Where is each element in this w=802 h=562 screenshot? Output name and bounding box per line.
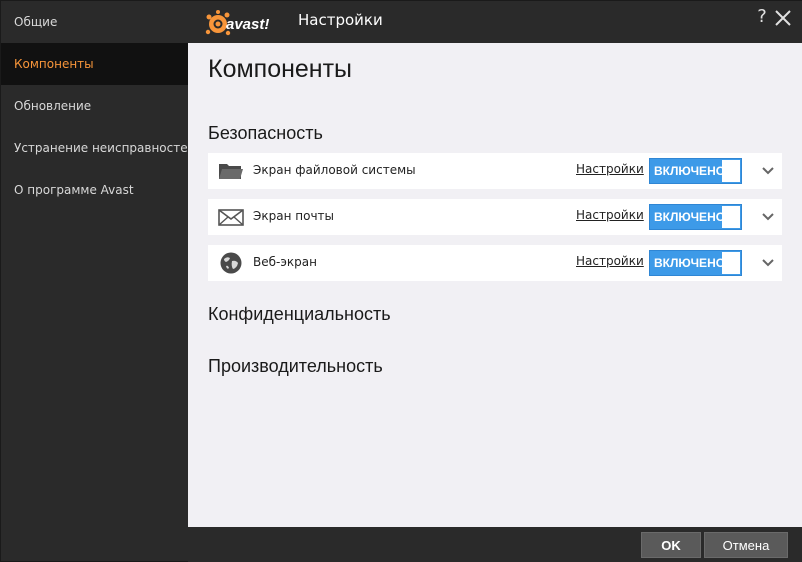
sidebar-item-troubleshooting[interactable]: Устранение неисправностей bbox=[1, 127, 195, 169]
footer-bar: OK Отмена bbox=[188, 527, 802, 562]
component-toggle[interactable]: ВКЛЮЧЕНО bbox=[649, 158, 742, 184]
component-row-file-shield: Экран файловой системы Настройки ВКЛЮЧЕН… bbox=[208, 153, 782, 189]
sidebar-item-components[interactable]: Компоненты bbox=[1, 43, 188, 85]
component-settings-link[interactable]: Настройки bbox=[576, 208, 644, 222]
toggle-knob bbox=[722, 160, 740, 182]
globe-icon bbox=[220, 252, 242, 274]
toggle-knob bbox=[722, 252, 740, 274]
toggle-label: ВКЛЮЧЕНО bbox=[654, 210, 726, 224]
section-heading-performance[interactable]: Производительность bbox=[208, 356, 383, 377]
main-content: Компоненты Безопасность Экран файловой с… bbox=[188, 43, 802, 527]
help-button[interactable]: ? bbox=[754, 5, 770, 29]
mail-icon bbox=[218, 209, 244, 226]
close-icon[interactable] bbox=[772, 7, 794, 29]
component-toggle[interactable]: ВКЛЮЧЕНО bbox=[649, 250, 742, 276]
svg-text:avast!: avast! bbox=[226, 16, 269, 33]
component-toggle[interactable]: ВКЛЮЧЕНО bbox=[649, 204, 742, 230]
settings-window: Общие Компоненты Обновление Устранение н… bbox=[0, 0, 802, 562]
chevron-down-icon[interactable] bbox=[760, 255, 776, 271]
ok-button[interactable]: OK bbox=[641, 532, 701, 558]
component-name: Экран почты bbox=[253, 209, 334, 223]
component-name: Экран файловой системы bbox=[253, 163, 416, 177]
title-bar: avast! Настройки ? bbox=[188, 1, 802, 43]
component-settings-link[interactable]: Настройки bbox=[576, 162, 644, 176]
section-heading-privacy[interactable]: Конфиденциальность bbox=[208, 304, 391, 325]
cancel-button[interactable]: Отмена bbox=[704, 532, 788, 558]
toggle-knob bbox=[722, 206, 740, 228]
component-row-mail-shield: Экран почты Настройки ВКЛЮЧЕНО bbox=[208, 199, 782, 235]
component-settings-link[interactable]: Настройки bbox=[576, 254, 644, 268]
chevron-down-icon[interactable] bbox=[760, 163, 776, 179]
chevron-down-icon[interactable] bbox=[760, 209, 776, 225]
folder-icon bbox=[219, 164, 243, 179]
sidebar-item-about[interactable]: О программе Avast bbox=[1, 169, 188, 211]
section-heading-security: Безопасность bbox=[208, 123, 323, 143]
avast-logo: avast! bbox=[205, 10, 269, 36]
component-name: Веб-экран bbox=[253, 255, 317, 269]
sidebar-item-updates[interactable]: Обновление bbox=[1, 85, 188, 127]
window-title: Настройки bbox=[298, 11, 383, 29]
toggle-label: ВКЛЮЧЕНО bbox=[654, 164, 726, 178]
sidebar-nav: Общие Компоненты Обновление Устранение н… bbox=[1, 1, 195, 527]
toggle-label: ВКЛЮЧЕНО bbox=[654, 256, 726, 270]
page-title: Компоненты bbox=[208, 55, 353, 83]
sidebar-item-general[interactable]: Общие bbox=[1, 1, 188, 43]
component-row-web-shield: Веб-экран Настройки ВКЛЮЧЕНО bbox=[208, 245, 782, 281]
